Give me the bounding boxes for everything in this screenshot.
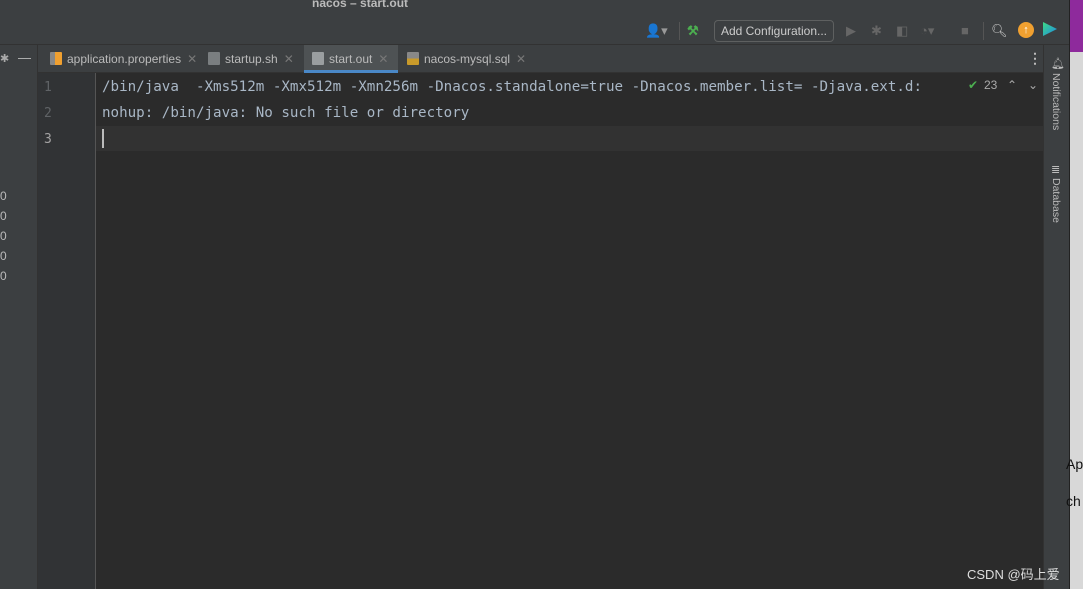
panel-value: 0	[0, 189, 7, 203]
inspection-count[interactable]: 23	[984, 78, 997, 92]
tab-startup-sh[interactable]: startup.sh ✕	[200, 45, 303, 73]
divider	[679, 22, 680, 40]
background-text: ch	[1066, 493, 1081, 509]
settings-icon[interactable]: ✱	[0, 52, 9, 65]
window-title: nacos – start.out	[312, 0, 409, 10]
panel-value: 0	[0, 269, 7, 283]
panel-value: 0	[0, 229, 7, 243]
account-icon[interactable]: 👤▾	[645, 22, 668, 40]
inspection-check-icon[interactable]: ✔	[968, 78, 978, 92]
toolbox-logo-icon[interactable]	[1043, 22, 1057, 36]
debug-icon[interactable]: ✱	[871, 22, 882, 40]
background-text: Ap	[1066, 456, 1083, 472]
close-icon[interactable]: ✕	[516, 52, 526, 66]
line-number-gutter: 1 2 3	[38, 73, 96, 589]
run-icon[interactable]: ▶	[846, 22, 856, 40]
shell-script-icon	[208, 52, 220, 65]
stop-icon[interactable]: ■	[961, 22, 969, 40]
database-tool-button[interactable]: Database	[1050, 178, 1062, 223]
panel-value: 0	[0, 209, 7, 223]
build-hammer-icon[interactable]: ⚒	[687, 22, 699, 40]
tab-application-properties[interactable]: application.properties ✕	[42, 45, 200, 73]
coverage-icon[interactable]: ◧	[896, 22, 908, 40]
tab-label: application.properties	[67, 52, 182, 66]
properties-file-icon	[50, 52, 62, 65]
divider	[983, 22, 984, 40]
panel-value: 0	[0, 249, 7, 263]
previous-highlight-icon[interactable]: ⌃	[1007, 78, 1017, 92]
bell-icon[interactable]: 🔔︎	[1051, 57, 1065, 70]
line-number: 3	[44, 132, 52, 147]
tab-label: start.out	[329, 52, 373, 66]
editor-line-2[interactable]: nohup: /bin/java: No such file or direct…	[102, 100, 469, 126]
sql-file-icon	[407, 52, 419, 65]
line-number: 1	[44, 80, 52, 95]
editor-line-1[interactable]: /bin/java -Xms512m -Xmx512m -Xmn256m -Dn…	[102, 74, 962, 100]
close-icon[interactable]: ✕	[284, 52, 294, 66]
search-icon[interactable]: 🔍︎	[991, 22, 1008, 40]
text-file-icon	[312, 52, 324, 65]
profile-icon[interactable]: ◔▾	[920, 22, 934, 40]
tab-start-out[interactable]: start.out ✕	[304, 45, 398, 73]
tab-label: startup.sh	[225, 52, 278, 66]
notifications-tool-button[interactable]: Notifications	[1050, 73, 1062, 130]
more-options-icon[interactable]: ⋮	[1028, 50, 1042, 67]
next-highlight-icon[interactable]: ⌄	[1028, 78, 1038, 92]
title-bar: nacos – start.out 👤▾ ⚒ Add Configuration…	[0, 0, 1069, 45]
current-line-highlight	[96, 126, 1043, 151]
text-caret	[102, 129, 104, 148]
editor-tab-bar: application.properties ✕ startup.sh ✕ star…	[38, 45, 1043, 73]
close-icon[interactable]: ✕	[187, 52, 197, 66]
add-configuration-button[interactable]: Add Configuration...	[714, 20, 834, 42]
database-icon[interactable]: ≣	[1051, 163, 1060, 176]
update-icon[interactable]: ↑	[1018, 22, 1034, 38]
line-number: 2	[44, 106, 52, 121]
tab-nacos-mysql-sql[interactable]: nacos-mysql.sql ✕	[399, 45, 529, 73]
watermark: CSDN @码上爱	[967, 567, 1060, 582]
close-icon[interactable]: ✕	[378, 52, 388, 66]
tab-label: nacos-mysql.sql	[424, 52, 511, 66]
minimize-icon[interactable]: —	[18, 50, 31, 65]
left-tool-panel: ✱ — 0 0 0 0 0	[0, 45, 38, 589]
